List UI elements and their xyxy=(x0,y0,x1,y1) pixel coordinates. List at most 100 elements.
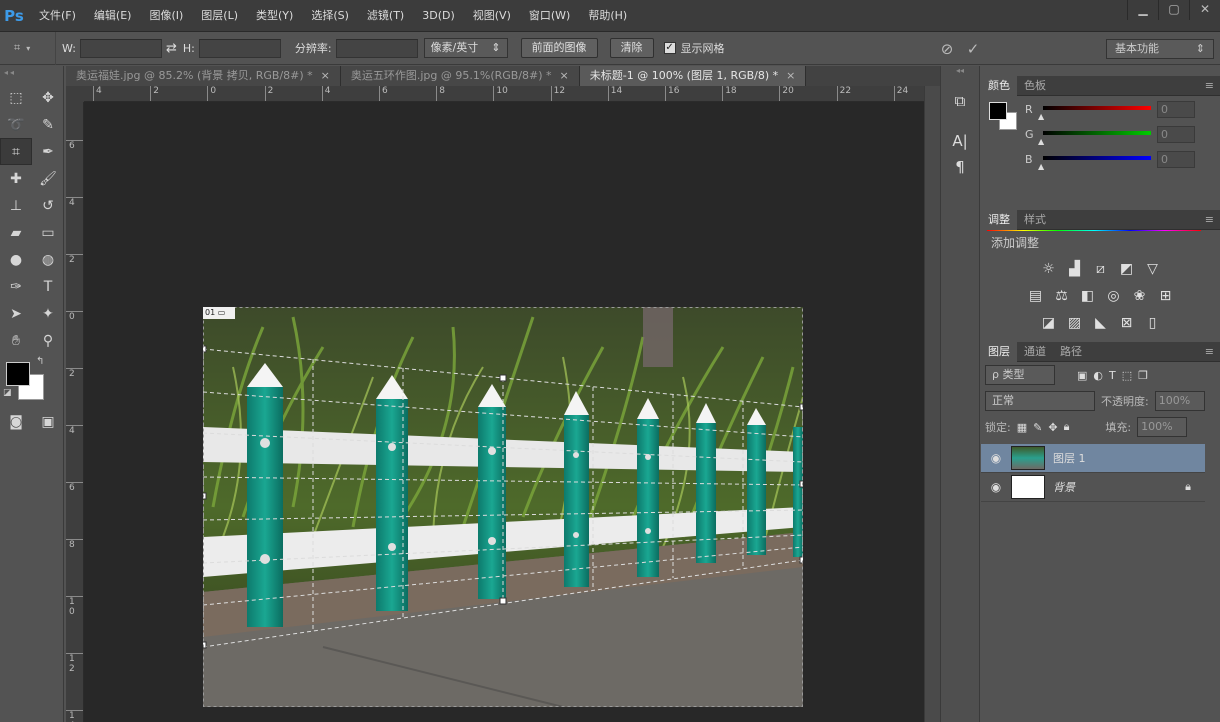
menu-item[interactable]: 编辑(E) xyxy=(85,0,141,32)
quick-mask-icon[interactable]: ◙ xyxy=(0,408,32,435)
close-button[interactable]: ✕ xyxy=(1189,0,1220,20)
layer-row[interactable]: ◉ 背景 🔒︎ xyxy=(981,473,1205,502)
panel-tab[interactable]: 色板 xyxy=(1017,76,1053,96)
shape-icon[interactable]: ✦ xyxy=(32,300,64,327)
brightness-icon[interactable]: ☼ xyxy=(1039,259,1059,279)
document-tab[interactable]: 奥运福娃.jpg @ 85.2% (背景 拷贝, RGB/8#) * × xyxy=(66,66,341,86)
layer-name[interactable]: 背景 xyxy=(1053,479,1075,495)
smart-filter-icon[interactable]: ❐ xyxy=(1138,369,1148,382)
healing-brush-icon[interactable]: ✚ xyxy=(0,165,32,192)
layer-row[interactable]: ◉ 图层 1 xyxy=(981,444,1205,473)
eye-icon[interactable]: ◉ xyxy=(981,451,1011,465)
show-grid-checkbox[interactable]: ✓ xyxy=(663,42,676,54)
document-tab[interactable]: 未标题-1 @ 100% (图层 1, RGB/8) * × xyxy=(579,66,807,86)
fence-image-layer[interactable] xyxy=(203,307,803,707)
character-panel-icon[interactable]: A| xyxy=(941,128,979,154)
photo-filter-icon[interactable]: ◎ xyxy=(1104,286,1124,306)
lock-position-icon[interactable]: ✥ xyxy=(1048,421,1057,434)
document-tab[interactable]: 奥运五环作图.jpg @ 95.1%(RGB/8#) * × xyxy=(340,66,580,86)
fill-field[interactable]: 100% xyxy=(1137,417,1188,437)
width-field[interactable] xyxy=(79,38,162,58)
gradient-icon[interactable]: ▭ xyxy=(32,219,64,246)
channel-value-field[interactable]: 0 xyxy=(1157,101,1195,118)
vertical-scrollbar[interactable] xyxy=(924,86,940,722)
pixel-filter-icon[interactable]: ▣ xyxy=(1077,369,1087,382)
history-brush-icon[interactable]: ↺ xyxy=(32,192,64,219)
type-filter-icon[interactable]: T xyxy=(1109,369,1116,382)
history-panel-icon[interactable]: ⧉ xyxy=(941,88,979,114)
invert-icon[interactable]: ◪ xyxy=(1039,313,1059,333)
panel-tab[interactable]: 路径 xyxy=(1053,342,1089,362)
slider-knob-icon[interactable]: ▲ xyxy=(1038,112,1044,121)
threshold-icon[interactable]: ◣ xyxy=(1091,313,1111,333)
foreground-color-swatch[interactable] xyxy=(6,362,30,386)
posterize-icon[interactable]: ▨ xyxy=(1065,313,1085,333)
color-lookup-icon[interactable]: ⊞ xyxy=(1156,286,1176,306)
screen-mode-icon[interactable]: ▣ xyxy=(32,408,64,435)
color-balance-icon[interactable]: ⚖ xyxy=(1052,286,1072,306)
clone-stamp-icon[interactable]: ⊥ xyxy=(0,192,32,219)
levels-icon[interactable]: ▟ xyxy=(1065,259,1085,279)
selective-color-icon[interactable]: ⊠ xyxy=(1117,313,1137,333)
eye-icon[interactable]: ◉ xyxy=(981,480,1011,494)
layer-name[interactable]: 图层 1 xyxy=(1053,450,1086,466)
menu-item[interactable]: 类型(Y) xyxy=(247,0,302,32)
panel-tab[interactable]: 样式 xyxy=(1017,210,1053,230)
maximize-button[interactable]: ▢ xyxy=(1158,0,1189,20)
lasso-icon[interactable]: ➰ xyxy=(0,111,32,138)
panel-tab[interactable]: 图层 xyxy=(981,342,1017,362)
lock-pixels-icon[interactable]: ✎ xyxy=(1033,421,1042,434)
default-colors-icon[interactable]: ◪ xyxy=(3,388,12,398)
zoom-icon[interactable]: ⚲ xyxy=(32,327,64,354)
cancel-icon[interactable]: ⊘ xyxy=(934,40,960,58)
panel-menu-icon[interactable]: ≡ xyxy=(1205,210,1220,229)
curves-icon[interactable]: ⧄ xyxy=(1091,259,1111,279)
channel-slider[interactable]: B ▲ 0 xyxy=(981,148,1220,173)
workspace-select[interactable]: 基本功能 ⇕ xyxy=(1106,38,1214,59)
paragraph-panel-icon[interactable]: ¶ xyxy=(941,154,979,180)
eraser-icon[interactable]: ▰ xyxy=(0,219,32,246)
exposure-icon[interactable]: ◩ xyxy=(1117,259,1137,279)
front-image-button[interactable]: 前面的图像 xyxy=(520,38,598,58)
menu-item[interactable]: 选择(S) xyxy=(302,0,358,32)
close-icon[interactable]: × xyxy=(321,69,330,82)
panel-tab[interactable]: 调整 xyxy=(981,210,1017,230)
channel-slider[interactable]: G ▲ 0 xyxy=(981,123,1220,148)
gradient-map-icon[interactable]: ▯ xyxy=(1143,313,1163,333)
swap-icon[interactable]: ⇄ xyxy=(166,41,177,56)
channel-value-field[interactable]: 0 xyxy=(1157,126,1195,143)
marquee-icon[interactable]: ⬚ xyxy=(0,84,32,111)
swap-colors-icon[interactable]: ↰ xyxy=(36,356,44,367)
crop-tool-preset-picker[interactable]: ⌗ ▾ xyxy=(0,31,56,65)
menu-item[interactable]: 图层(L) xyxy=(192,0,247,32)
minimize-button[interactable]: ▁ xyxy=(1127,0,1158,20)
menu-item[interactable]: 文件(F) xyxy=(30,0,85,32)
slider-track[interactable] xyxy=(1043,106,1151,110)
channel-mixer-icon[interactable]: ❀ xyxy=(1130,286,1150,306)
hand-icon[interactable]: ✋︎ xyxy=(0,327,32,354)
path-select-icon[interactable]: ➤ xyxy=(0,300,32,327)
panel-tab[interactable]: 颜色 xyxy=(981,76,1017,96)
channel-value-field[interactable]: 0 xyxy=(1157,151,1195,168)
menu-item[interactable]: 窗口(W) xyxy=(520,0,579,32)
ruler-origin[interactable] xyxy=(66,86,84,102)
shape-filter-icon[interactable]: ⬚ xyxy=(1122,369,1132,382)
blur-icon[interactable]: ● xyxy=(0,246,32,273)
channel-slider[interactable]: R ▲ 0 xyxy=(981,98,1220,123)
panel-menu-icon[interactable]: ≡ xyxy=(1205,76,1220,95)
opacity-field[interactable]: 100% xyxy=(1154,391,1205,411)
clear-button[interactable]: 清除 xyxy=(609,38,654,58)
height-field[interactable] xyxy=(198,38,281,58)
resolution-unit-select[interactable]: 像素/英寸 ⇕ xyxy=(423,38,508,58)
crop-icon[interactable]: ⌗ xyxy=(0,138,32,165)
eyedropper-icon[interactable]: ✒ xyxy=(32,138,64,165)
lock-transparent-icon[interactable]: ▦ xyxy=(1017,421,1027,434)
horizontal-ruler[interactable]: 4 2 0 2 4 6 8 10 12 14 16 18 20 22 24 xyxy=(84,86,924,102)
slider-track[interactable] xyxy=(1043,156,1151,160)
panel-tab[interactable]: 通道 xyxy=(1017,342,1053,362)
black-white-icon[interactable]: ◧ xyxy=(1078,286,1098,306)
resolution-field[interactable] xyxy=(335,38,418,58)
menu-item[interactable]: 帮助(H) xyxy=(579,0,636,32)
quick-select-icon[interactable]: ✎ xyxy=(32,111,64,138)
panel-grip[interactable]: ◂◂ xyxy=(0,66,63,84)
